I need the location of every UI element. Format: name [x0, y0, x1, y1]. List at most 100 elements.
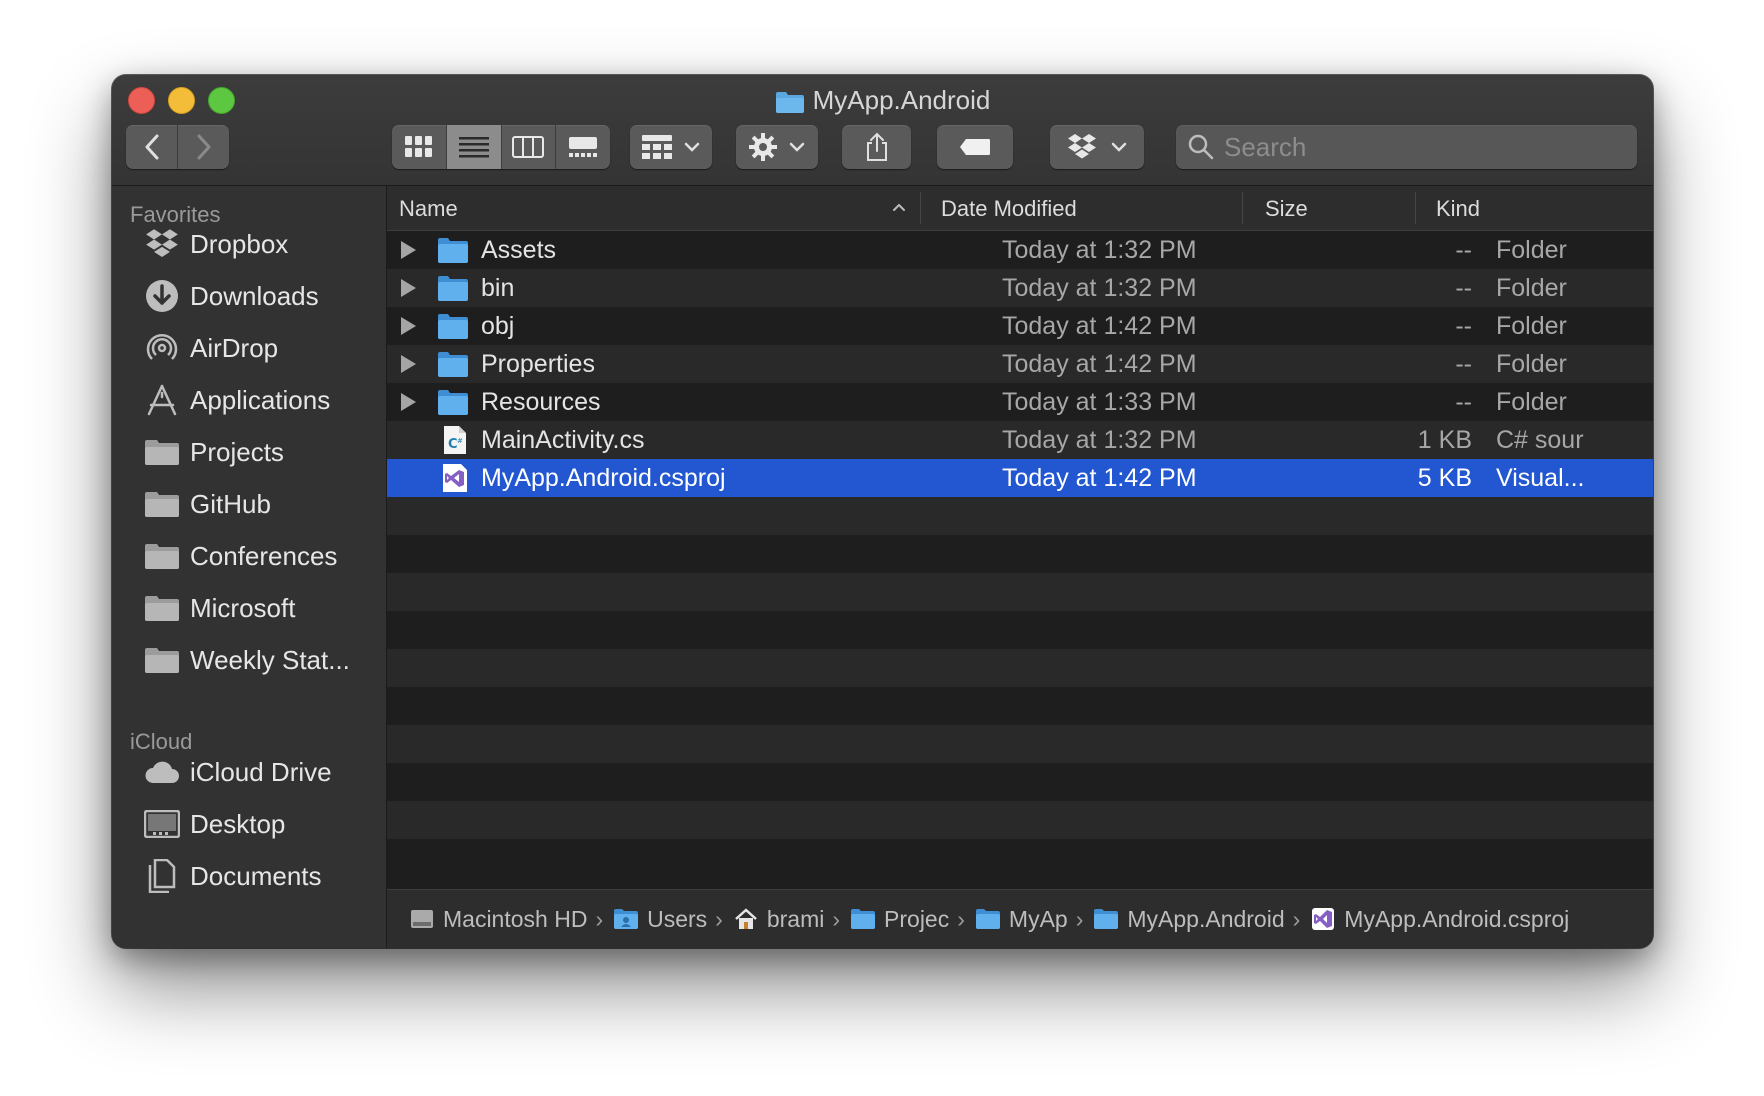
share-button[interactable] [842, 125, 911, 169]
dropbox-icon [144, 227, 180, 261]
chevron-right-icon: › [595, 905, 604, 932]
file-row-obj[interactable]: obj Today at 1:42 PM -- Folder [387, 307, 1653, 345]
path-item-home[interactable]: brami › [733, 906, 850, 933]
hard-drive-icon [409, 907, 435, 931]
path-item-label: MyApp.Android [1127, 905, 1285, 932]
file-row-resources[interactable]: Resources Today at 1:33 PM -- Folder [387, 383, 1653, 421]
disclosure-triangle-icon[interactable] [401, 317, 416, 335]
folder-users-icon [613, 907, 639, 931]
tag-button[interactable] [937, 125, 1013, 169]
svg-text:#: # [457, 437, 463, 445]
disclosure-triangle-icon[interactable] [401, 355, 416, 373]
sidebar-item-projects[interactable]: Projects [130, 430, 380, 474]
desktop-icon [144, 807, 180, 841]
toolbar: MyApp.Android [112, 75, 1653, 186]
path-item-label: Macintosh HD [443, 905, 588, 932]
disclosure-triangle-icon[interactable] [401, 241, 416, 259]
empty-row [387, 763, 1653, 801]
chevron-down-icon [1111, 142, 1127, 152]
sidebar-item-label: GitHub [190, 488, 271, 519]
cloud-icon [144, 755, 180, 789]
search-icon [1188, 134, 1214, 160]
disclosure-triangle-icon[interactable] [401, 393, 416, 411]
visual-studio-icon [1310, 907, 1336, 931]
group-by-button[interactable] [630, 125, 712, 169]
sidebar-item-desktop[interactable]: Desktop [130, 802, 380, 846]
search-field[interactable] [1176, 125, 1637, 169]
sidebar-item-icloud-drive[interactable]: iCloud Drive [130, 750, 380, 794]
window-title-text: MyApp.Android [812, 85, 991, 115]
path-item-macintosh-hd[interactable]: Macintosh HD › [409, 906, 613, 933]
documents-icon [144, 859, 180, 893]
column-header-kind[interactable]: Kind [1436, 196, 1480, 222]
file-kind: Folder [1496, 312, 1567, 340]
sidebar-item-airdrop[interactable]: AirDrop [130, 326, 380, 370]
icon-view-button[interactable] [392, 125, 447, 169]
file-date: Today at 1:33 PM [1002, 388, 1197, 416]
column-divider[interactable] [920, 192, 921, 224]
action-menu-button[interactable] [736, 125, 818, 169]
grid-icon [404, 136, 432, 157]
file-date: Today at 1:32 PM [1002, 426, 1197, 454]
column-header: Name Date Modified Size Kind [387, 186, 1653, 231]
tag-icon [960, 139, 990, 155]
column-header-name[interactable]: Name [399, 196, 458, 222]
sidebar-item-github[interactable]: GitHub [130, 482, 380, 526]
dropbox-icon [1068, 134, 1096, 159]
sidebar-item-label: Microsoft [190, 592, 296, 623]
home-icon [733, 907, 759, 931]
folder-icon [438, 390, 468, 415]
back-button[interactable] [126, 125, 178, 169]
sidebar-item-label: AirDrop [190, 332, 279, 363]
airdrop-icon [144, 331, 180, 365]
disclosure-triangle-icon[interactable] [401, 279, 416, 297]
column-view-button[interactable] [502, 125, 557, 169]
sidebar-item-microsoft[interactable]: Microsoft [130, 586, 380, 630]
file-size: 5 KB [1417, 464, 1472, 492]
sort-ascending-icon [893, 203, 905, 211]
sidebar-item-label: Dropbox [190, 228, 289, 259]
column-header-size[interactable]: Size [1265, 196, 1308, 222]
sidebar-item-dropbox[interactable]: Dropbox [130, 222, 380, 266]
file-row-mainactivity[interactable]: C # MainActivity.cs Today at 1:32 PM 1 KB… [387, 421, 1653, 459]
path-item-myapp[interactable]: MyAp › [975, 906, 1093, 933]
file-size: -- [1455, 312, 1472, 340]
path-item-label: MyAp [1008, 905, 1068, 932]
file-row-bin[interactable]: bin Today at 1:32 PM -- Folder [387, 269, 1653, 307]
sidebar-item-weekly-status[interactable]: Weekly Stat... [130, 638, 380, 682]
folder-icon [438, 314, 468, 339]
file-kind: C# sour [1496, 426, 1584, 454]
file-row-assets[interactable]: Assets Today at 1:32 PM -- Folder [387, 231, 1653, 269]
forward-button[interactable] [178, 125, 229, 169]
sidebar-item-label: Projects [190, 436, 284, 467]
file-row-properties[interactable]: Properties Today at 1:42 PM -- Folder [387, 345, 1653, 383]
column-header-date[interactable]: Date Modified [941, 196, 1077, 222]
file-date: Today at 1:42 PM [1002, 464, 1197, 492]
file-name: Properties [481, 350, 595, 378]
finder-window: MyApp.Android Search Favorites Dropbox D… [112, 75, 1653, 948]
sidebar-item-conferences[interactable]: Conferences [130, 534, 380, 578]
path-item-myapp-android[interactable]: MyApp.Android › [1093, 906, 1310, 933]
file-kind: Folder [1496, 274, 1567, 302]
folder-icon [144, 591, 180, 625]
group-icon [642, 135, 672, 159]
path-item-projects[interactable]: Projec › [850, 906, 975, 933]
sidebar-item-documents[interactable]: Documents [130, 854, 380, 898]
folder-icon [438, 238, 468, 263]
file-size: -- [1455, 236, 1472, 264]
empty-row [387, 839, 1653, 877]
gallery-icon [569, 137, 598, 157]
dropbox-button[interactable] [1050, 125, 1144, 169]
sidebar-item-downloads[interactable]: Downloads [130, 274, 380, 318]
column-divider[interactable] [1242, 192, 1243, 224]
folder-icon [144, 435, 180, 469]
path-item-users[interactable]: Users › [613, 906, 733, 933]
file-size: -- [1455, 350, 1472, 378]
gallery-view-button[interactable] [556, 125, 610, 169]
path-item-csproj[interactable]: MyApp.Android.csproj [1310, 906, 1569, 933]
search-input[interactable] [1222, 130, 1626, 164]
column-divider[interactable] [1415, 192, 1416, 224]
list-view-button[interactable] [446, 125, 502, 169]
file-row-csproj[interactable]: MyApp.Android.csproj Today at 1:42 PM 5 … [387, 459, 1653, 497]
sidebar-item-applications[interactable]: Applications [130, 378, 380, 422]
